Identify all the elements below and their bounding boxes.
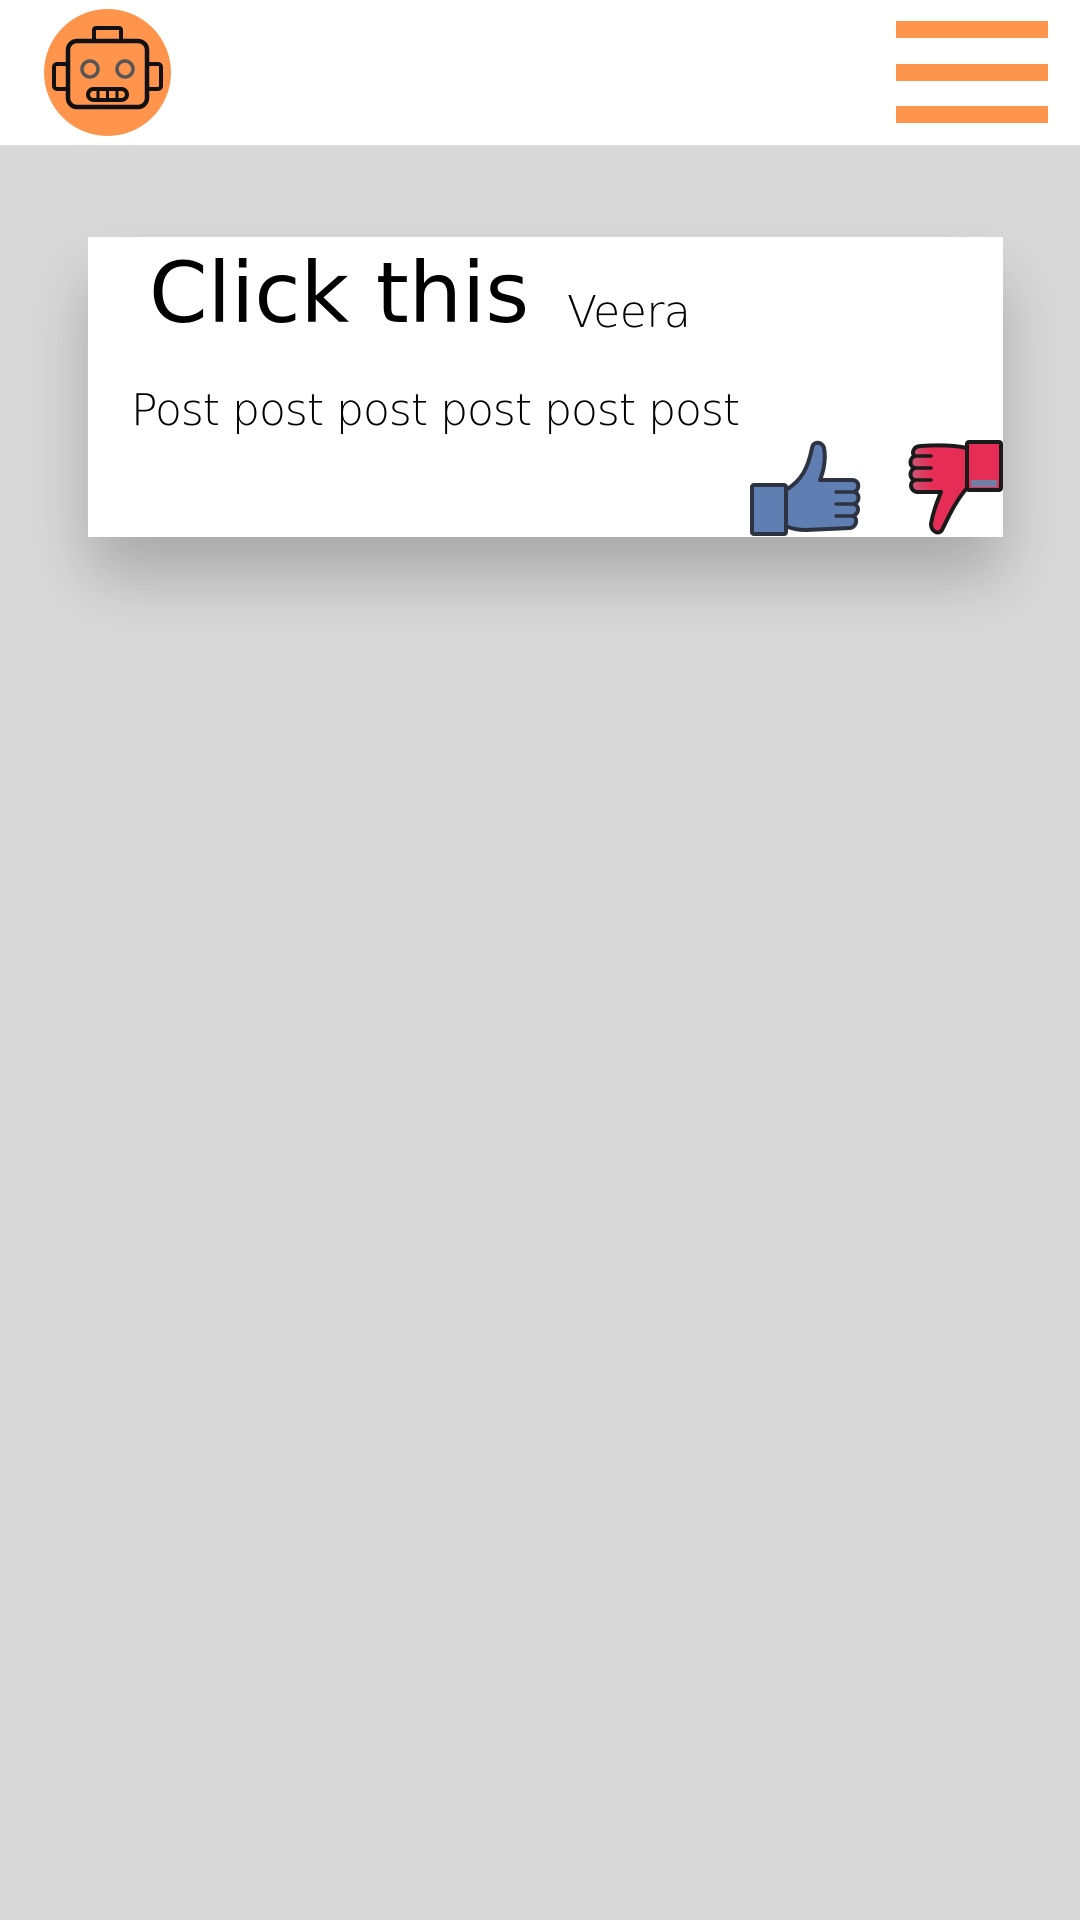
hamburger-menu-icon[interactable] — [896, 21, 1048, 123]
thumbs-up-icon[interactable] — [750, 440, 862, 536]
menu-line — [896, 106, 1048, 123]
robot-icon[interactable] — [44, 9, 171, 136]
thumbs-down-icon[interactable] — [891, 440, 1003, 536]
menu-line — [896, 64, 1048, 81]
post-author: Veera — [567, 287, 691, 338]
post-title[interactable]: Click this — [149, 243, 529, 344]
post-body: Post post post post post post — [131, 385, 740, 436]
menu-line — [896, 21, 1048, 38]
post-card[interactable]: Click this Veera Post post post post pos… — [88, 237, 1003, 537]
top-bar — [0, 0, 1080, 145]
